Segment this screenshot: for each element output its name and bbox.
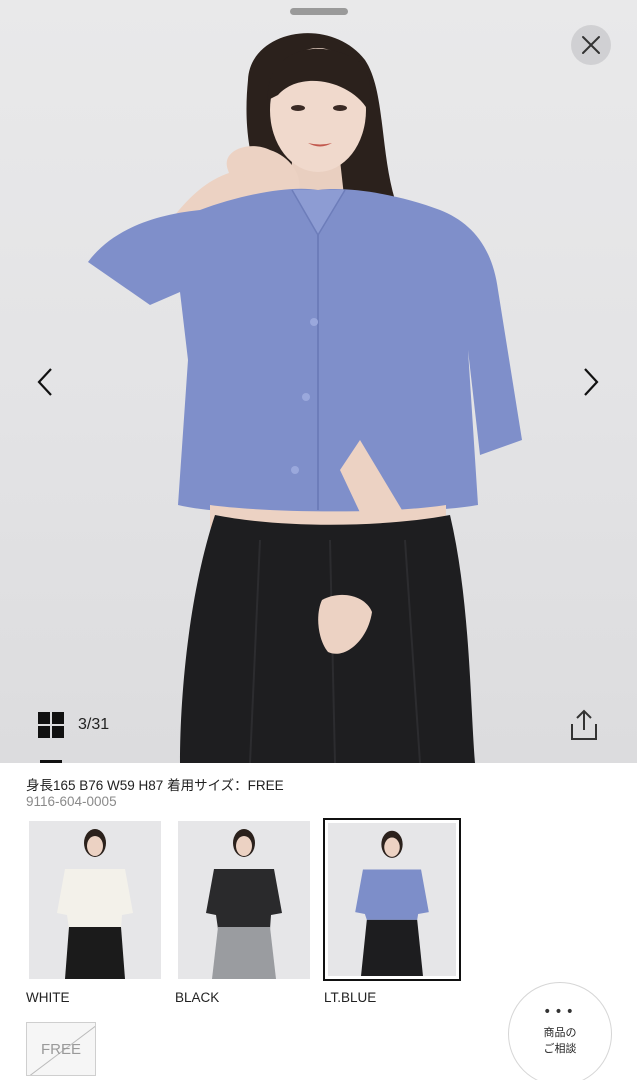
color-swatch-black[interactable] — [178, 821, 310, 979]
active-tab-indicator — [40, 760, 62, 763]
chevron-right-icon — [584, 368, 599, 396]
product-image-viewer[interactable]: 3/31 — [0, 0, 637, 763]
grid-view-button[interactable] — [38, 712, 66, 740]
product-sku: 9116-604-0005 — [26, 794, 117, 809]
more-dots-icon: ••• — [543, 1004, 577, 1020]
color-label-white: WHITE — [26, 990, 70, 1005]
model-photo — [88, 33, 522, 763]
image-counter: 3/31 — [78, 716, 110, 733]
size-option-free[interactable]: FREE — [26, 1022, 96, 1076]
swatch-thumbnail-black — [206, 829, 282, 979]
color-swatch-white[interactable] — [29, 821, 161, 979]
color-label-lt-blue: LT.BLUE — [324, 990, 377, 1005]
close-button[interactable] — [571, 25, 611, 65]
swatch-thumbnail-lt-blue — [355, 830, 429, 976]
drag-handle[interactable] — [290, 8, 348, 15]
share-button[interactable] — [568, 708, 600, 742]
model-size-info: 身長165 B76 W59 H87 着用サイズ：FREE — [26, 778, 284, 793]
share-icon — [571, 709, 597, 740]
swatch-thumbnail-white — [57, 829, 133, 979]
close-icon — [582, 36, 600, 54]
next-image-button[interactable] — [574, 362, 610, 402]
color-label-black: BLACK — [175, 990, 220, 1005]
chevron-left-icon — [37, 368, 52, 396]
consult-label-line2: ご相談 — [543, 1042, 577, 1055]
product-consult-button[interactable]: ••• 商品の ご相談 — [508, 982, 612, 1080]
size-label: FREE — [40, 1041, 81, 1058]
consult-label-line1: 商品の — [543, 1026, 577, 1039]
color-swatch-lt-blue[interactable] — [323, 818, 461, 981]
previous-image-button[interactable] — [28, 362, 64, 402]
